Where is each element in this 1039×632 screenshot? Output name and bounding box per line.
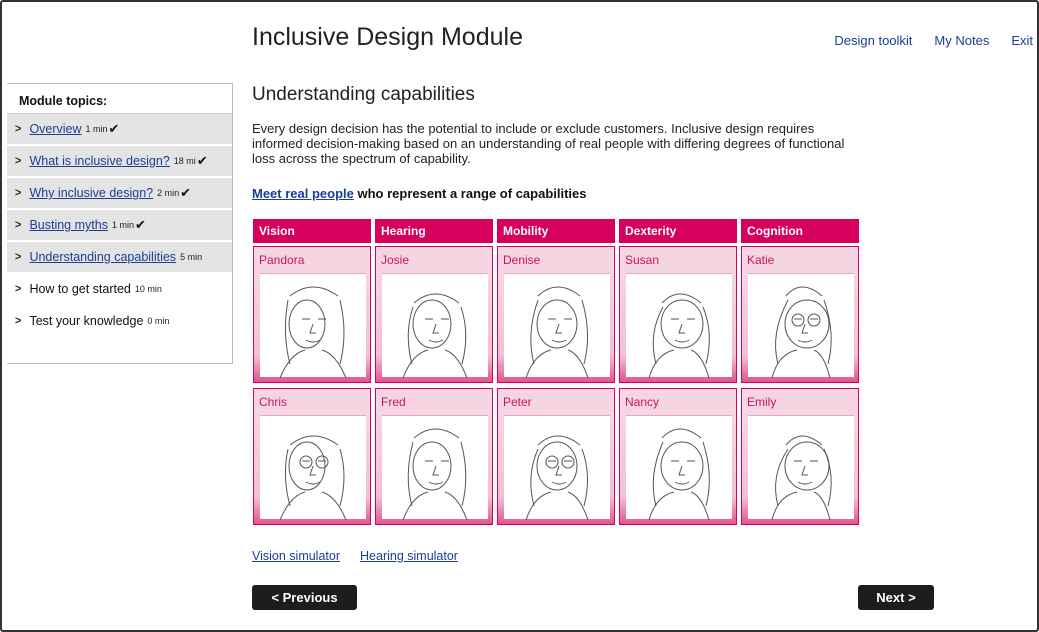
vision-simulator-link[interactable]: Vision simulator: [252, 549, 340, 563]
people-row: Chris Fred Peter Nancy Emily: [253, 388, 859, 525]
topic-list: > Overview 1 min ✔ > What is inclusive design…: [7, 114, 232, 338]
person-name: Nancy: [625, 395, 660, 409]
people-row: Pandora Josie Denise Susan Katie: [253, 246, 859, 383]
person-card[interactable]: Chris: [253, 388, 371, 525]
checkmark-icon: ✔: [180, 185, 192, 200]
sidebar-topic[interactable]: > Busting myths 1 min ✔: [7, 210, 232, 242]
intro-text: Every design decision has the potential …: [252, 121, 845, 166]
topic-label: How to get started: [29, 282, 131, 296]
topic-label[interactable]: Why inclusive design?: [29, 186, 153, 200]
topic-label: Test your knowledge: [29, 314, 144, 328]
person-portrait: [382, 273, 488, 378]
person-portrait: [260, 273, 366, 378]
person-name: Susan: [625, 253, 660, 267]
person-card[interactable]: Susan: [619, 246, 737, 383]
meet-real-people-suffix: who represent a range of capabilities: [353, 186, 587, 201]
topic-arrow-icon: >: [15, 187, 22, 199]
person-portrait: [382, 415, 488, 520]
hearing-simulator-link[interactable]: Hearing simulator: [360, 549, 458, 563]
topic-arrow-icon: >: [15, 123, 22, 135]
person-name: Peter: [503, 395, 532, 409]
person-portrait: [260, 415, 366, 520]
sidebar-topic[interactable]: > Overview 1 min ✔: [7, 114, 232, 146]
person-portrait: [626, 273, 732, 378]
topic-label[interactable]: Overview: [29, 122, 81, 136]
person-portrait: [626, 415, 732, 520]
person-name: Katie: [747, 253, 775, 267]
person-card[interactable]: Fred: [375, 388, 493, 525]
person-card[interactable]: Katie: [741, 246, 859, 383]
person-portrait: [504, 273, 610, 378]
category-header: Mobility: [497, 219, 615, 243]
category-header: Vision: [253, 219, 371, 243]
topic-duration: 18 mi: [173, 156, 196, 166]
topic-duration: 1 min: [85, 124, 108, 134]
app-title: Inclusive Design Module: [252, 23, 523, 51]
sidebar-topic[interactable]: > Why inclusive design? 2 min ✔: [7, 178, 232, 210]
topic-arrow-icon: >: [15, 283, 22, 295]
sidebar-topic: > How to get started 10 min: [7, 274, 232, 306]
person-card[interactable]: Josie: [375, 246, 493, 383]
checkmark-icon: ✔: [196, 153, 208, 168]
person-portrait: [748, 273, 854, 378]
topic-duration: 2 min: [157, 188, 180, 198]
exit-link[interactable]: Exit: [1011, 33, 1033, 48]
simulator-links: Vision simulator Hearing simulator: [252, 549, 458, 563]
topic-duration: 5 min: [180, 252, 203, 262]
topic-duration: 1 min: [111, 220, 134, 230]
topic-label[interactable]: Busting myths: [29, 218, 108, 232]
topic-label[interactable]: What is inclusive design?: [29, 154, 169, 168]
person-name: Josie: [381, 253, 410, 267]
person-card[interactable]: Denise: [497, 246, 615, 383]
person-card[interactable]: Peter: [497, 388, 615, 525]
sidebar-topic[interactable]: > What is inclusive design? 18 mi ✔: [7, 146, 232, 178]
category-header-row: Vision Hearing Mobility Dexterity Cognition: [253, 219, 859, 243]
person-name: Emily: [747, 395, 777, 409]
design-toolkit-link[interactable]: Design toolkit: [834, 33, 912, 48]
category-header: Cognition: [741, 219, 859, 243]
people-rows: Pandora Josie Denise Susan Katie Chris Fred Pet…: [253, 246, 859, 525]
person-name: Fred: [381, 395, 406, 409]
meet-real-people-line: Meet real people who represent a range o…: [252, 186, 587, 201]
top-navigation: Design toolkit My Notes Exit: [834, 33, 1033, 48]
topic-arrow-icon: >: [15, 219, 22, 231]
checkmark-icon: ✔: [134, 217, 146, 232]
sidebar-topic: > Test your knowledge 0 min: [7, 306, 232, 338]
person-card[interactable]: Nancy: [619, 388, 737, 525]
person-name: Pandora: [259, 253, 305, 267]
next-button[interactable]: Next >: [858, 585, 934, 610]
person-card[interactable]: Emily: [741, 388, 859, 525]
checkmark-icon: ✔: [108, 121, 120, 136]
my-notes-link[interactable]: My Notes: [934, 33, 989, 48]
category-header: Hearing: [375, 219, 493, 243]
topic-arrow-icon: >: [15, 155, 22, 167]
person-card[interactable]: Pandora: [253, 246, 371, 383]
person-portrait: [748, 415, 854, 520]
topic-label[interactable]: Understanding capabilities: [29, 250, 176, 264]
category-header: Dexterity: [619, 219, 737, 243]
person-name: Denise: [503, 253, 541, 267]
meet-real-people-link[interactable]: Meet real people: [252, 186, 354, 201]
module-topics-sidebar: Module topics: > Overview 1 min ✔ > What is i…: [7, 83, 233, 364]
person-portrait: [504, 415, 610, 520]
sidebar-topic[interactable]: > Understanding capabilities 5 min: [7, 242, 232, 274]
capability-grid: Vision Hearing Mobility Dexterity Cognition …: [253, 219, 859, 525]
topic-duration: 0 min: [147, 316, 170, 326]
topic-arrow-icon: >: [15, 251, 22, 263]
person-name: Chris: [259, 395, 288, 409]
sidebar-heading: Module topics:: [7, 84, 232, 114]
topic-duration: 10 min: [134, 284, 162, 294]
page-title: Understanding capabilities: [252, 84, 475, 105]
topic-arrow-icon: >: [15, 315, 22, 327]
previous-button[interactable]: < Previous: [252, 585, 357, 610]
